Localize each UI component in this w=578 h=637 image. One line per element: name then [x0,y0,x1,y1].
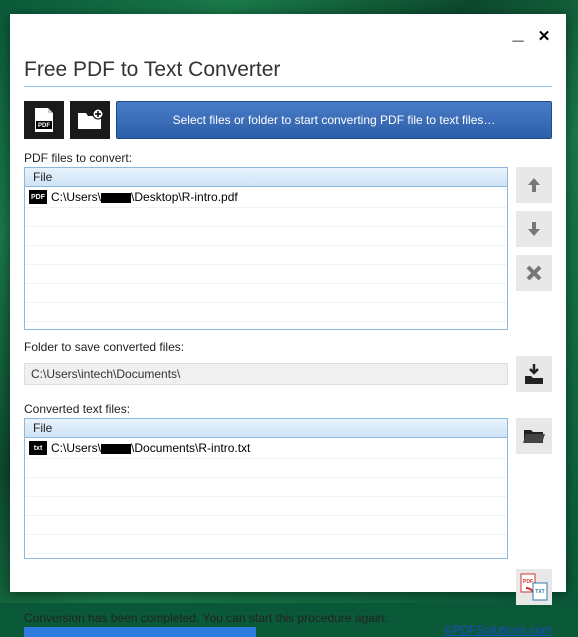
pdf-list-header[interactable]: File [25,168,507,187]
remove-button[interactable] [516,255,552,291]
add-pdf-button[interactable]: PDF [24,101,64,139]
list-item[interactable]: txt C:\Users\\Documents\R-intro.txt [25,438,507,459]
status-row: Conversion has been completed. You can s… [24,611,552,637]
pdf-list-box[interactable]: File PDF C:\Users\\Desktop\R-intro.pdf [24,167,508,330]
progress-fill [24,627,256,637]
converted-list-label: Converted text files: [24,402,552,416]
arrow-up-icon [525,176,543,194]
title-underline [24,86,552,87]
move-down-button[interactable] [516,211,552,247]
titlebar: _ ✕ [24,26,552,50]
svg-text:PDF: PDF [38,123,50,129]
pdf-list-label: PDF files to convert: [24,151,552,165]
toolbar: PDF Select files or folder to start conv… [24,101,552,139]
save-to-folder-icon [523,363,545,385]
pdf-file-icon: PDF [33,108,55,132]
svg-text:PDF: PDF [523,579,533,585]
progress-bar [24,627,256,637]
window-controls: _ ✕ [510,30,552,46]
list-item[interactable]: PDF C:\Users\\Desktop\R-intro.pdf [25,187,507,208]
save-folder-input[interactable] [24,363,508,385]
add-folder-button[interactable] [70,101,110,139]
converted-list-body: txt C:\Users\\Documents\R-intro.txt [25,438,507,558]
folder-plus-icon [77,109,103,131]
save-folder-row [24,356,552,392]
x-icon [525,264,543,282]
pdf-to-txt-icon: PDF TXT [520,573,548,601]
status-block: Conversion has been completed. You can s… [24,611,388,637]
pdf-list-section: File PDF C:\Users\\Desktop\R-intro.pdf [24,167,552,330]
move-up-button[interactable] [516,167,552,203]
pdf-list-body: PDF C:\Users\\Desktop\R-intro.pdf [25,187,507,329]
arrow-down-icon [525,220,543,238]
converted-list-box[interactable]: File txt C:\Users\\Documents\R-intro.txt [24,418,508,559]
file-path: C:\Users\\Documents\R-intro.txt [51,441,250,455]
converted-list-section: File txt C:\Users\\Documents\R-intro.txt [24,418,552,559]
select-files-button[interactable]: Select files or folder to start converti… [116,101,552,139]
app-title: Free PDF to Text Converter [24,58,552,82]
open-folder-button[interactable] [516,418,552,454]
select-files-label: Select files or folder to start converti… [173,113,496,127]
browse-save-folder-button[interactable] [516,356,552,392]
open-folder-icon [523,427,545,445]
svg-text:TXT: TXT [535,589,544,595]
status-text: Conversion has been completed. You can s… [24,611,388,625]
file-path: C:\Users\\Desktop\R-intro.pdf [51,190,238,204]
convert-button-row: PDF TXT [24,569,552,605]
redacted-text [101,193,131,203]
converted-list-header[interactable]: File [25,419,507,438]
redacted-text [101,444,131,454]
convert-button[interactable]: PDF TXT [516,569,552,605]
save-folder-label: Folder to save converted files: [24,340,552,354]
pdf-icon: PDF [29,190,47,204]
app-window: _ ✕ Free PDF to Text Converter PDF Selec… [10,14,566,592]
vendor-link[interactable]: ©PDFSolutions.com [444,623,552,637]
converted-side-buttons [516,418,552,559]
minimize-button[interactable]: _ [510,30,526,46]
pdf-side-buttons [516,167,552,330]
txt-icon: txt [29,441,47,455]
close-button[interactable]: ✕ [536,30,552,46]
